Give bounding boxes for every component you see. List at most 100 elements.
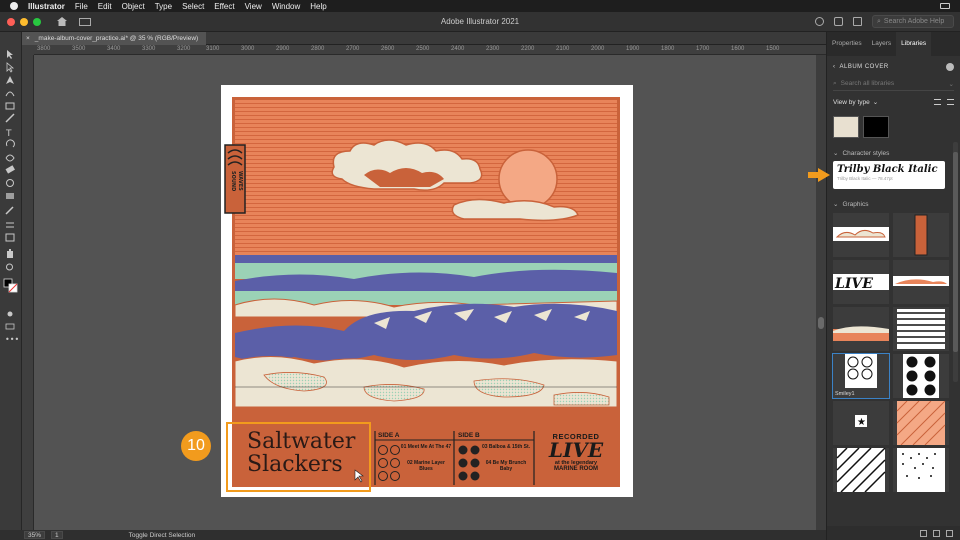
graphic-cloud-low[interactable] [893,260,949,304]
menu-select[interactable]: Select [182,2,204,11]
orange-arrow-icon [808,168,830,182]
eraser-tool-icon [5,165,15,174]
menu-window[interactable]: Window [272,2,300,11]
step-number-badge: 10 [181,431,211,461]
ruler-tick: 2700 [346,46,360,52]
battery-icon [940,3,950,9]
add-icon[interactable] [933,529,940,537]
graphics-grid: LIVE Smiley1 ★ [832,213,954,492]
track-01: 01 Meet Me At The 47 [400,444,452,450]
character-styles-header[interactable]: ⌄ Character styles [833,148,954,158]
ruler-tick: 2400 [451,46,465,52]
graphic-cloud[interactable] [833,213,889,257]
highlight-box [226,422,371,492]
workspace-icon[interactable] [853,17,862,26]
close-tab-icon[interactable]: × [26,35,30,42]
app-menu-illustrator[interactable]: Illustrator [28,2,65,11]
menu-help[interactable]: Help [310,2,326,11]
canvas-vertical-scrollbar[interactable] [816,55,826,530]
library-search-input[interactable]: ⌕ Search all libraries ⌄ [833,77,954,91]
library-header[interactable]: ‹ ALBUM COVER [833,60,954,74]
sort-icon[interactable] [934,99,941,105]
scroll-thumb[interactable] [818,317,824,329]
panel-scrollbar[interactable] [953,142,958,382]
color-swatch-cream[interactable] [833,116,859,138]
hand-tool-icon [7,249,13,258]
graphic-star[interactable]: ★ [833,401,889,445]
tab-layers[interactable]: Layers [867,32,897,56]
collaborator-icon[interactable] [946,63,954,71]
cloud-sync-icon[interactable] [920,529,927,537]
svg-text:LIVE: LIVE [834,276,873,292]
status-tool-hint[interactable]: Toggle Direct Selection [129,532,195,539]
ruler-tick: 2900 [276,46,290,52]
user-icon[interactable] [815,17,824,26]
rectangle-tool-icon [5,102,15,110]
ruler-tick: 3500 [72,46,86,52]
graphic-dark-smileys[interactable] [893,354,949,398]
artboard-artwork[interactable]: SOUND WAVES [34,55,816,530]
trash-icon[interactable] [946,529,953,537]
artboard-number-field[interactable]: 1 [51,531,63,539]
graphic-smiley1[interactable]: Smiley1 [832,353,890,399]
list-view-icon[interactable] [947,99,954,105]
chevron-down-icon[interactable]: ⌄ [949,80,954,88]
graphic-label: Smiley1 [835,391,855,397]
graphic-shore[interactable] [833,307,889,351]
arrange-documents-icon[interactable] [834,17,843,26]
graphic-diagonal-black[interactable] [833,448,889,492]
recorded-live-block: RECORDED LIVE at the legendary MARINE RO… [537,432,615,472]
ruler-tick: 3200 [177,46,191,52]
graphic-logo[interactable] [893,213,949,257]
panel-tabs: Properties Layers Libraries [827,32,960,56]
graphics-header[interactable]: ⌄ Graphics [833,199,954,209]
graphic-diagonal-orange[interactable] [893,401,949,445]
menu-file[interactable]: File [75,2,88,11]
type-tool-icon: T [5,129,12,139]
document-tab-bar: × _make-album-cover_practice.ai* @ 35 % … [22,32,826,45]
tab-libraries[interactable]: Libraries [896,32,932,56]
apple-icon[interactable] [10,2,18,10]
ruler-tick: 3000 [241,46,255,52]
svg-text:★: ★ [857,417,866,428]
tool-icons[interactable]: T ••• [0,46,22,346]
close-window-button[interactable] [7,17,15,26]
pen-tool-icon [6,76,14,84]
ruler-tick: 2100 [556,46,570,52]
character-style-item[interactable]: Trilby Black Italic Trilby Black Italic … [833,161,945,189]
screen-mode-icon [5,323,15,330]
search-help-input[interactable]: ⌕ Search Adobe Help [872,15,954,28]
menu-type[interactable]: Type [155,2,172,11]
menu-edit[interactable]: Edit [98,2,112,11]
panel-scroll-thumb[interactable] [953,152,958,352]
workspace-switcher-icon[interactable] [79,17,91,26]
svg-text:WAVES: WAVES [237,171,243,191]
color-swatch-black[interactable] [863,116,889,138]
view-by-type-dropdown[interactable]: View by type ⌄ [833,96,954,108]
search-icon: ⌕ [877,17,881,25]
ruler-corner[interactable] [22,45,34,55]
graphic-stripes[interactable] [893,307,949,351]
tab-properties[interactable]: Properties [827,32,867,56]
zoom-level-field[interactable]: 35% [24,531,46,539]
menu-view[interactable]: View [245,2,262,11]
menu-effect[interactable]: Effect [214,2,234,11]
graphic-live[interactable]: LIVE [833,260,889,304]
zoom-window-button[interactable] [33,17,41,26]
ruler-tick: 2200 [521,46,535,52]
vertical-ruler[interactable] [22,55,34,530]
more-tools-icon: ••• [5,335,19,344]
menu-object[interactable]: Object [122,2,145,11]
minimize-window-button[interactable] [20,17,28,26]
chevron-left-icon[interactable]: ‹ [833,64,836,70]
graphic-dots[interactable] [893,448,949,492]
home-icon[interactable] [57,17,67,26]
ruler-tick: 1700 [696,46,710,52]
canvas[interactable]: SOUND WAVES Saltwater Slackers SIDE A SI… [34,55,816,530]
horizontal-ruler[interactable]: 3800 3500 3400 3300 3200 3100 3000 2900 … [34,45,826,55]
document-tab[interactable]: × _make-album-cover_practice.ai* @ 35 % … [22,32,207,45]
selection-tool-icon [7,50,13,59]
ruler-tick: 1800 [661,46,675,52]
drawing-mode-icon [7,311,13,317]
ruler-tick: 1900 [626,46,640,52]
